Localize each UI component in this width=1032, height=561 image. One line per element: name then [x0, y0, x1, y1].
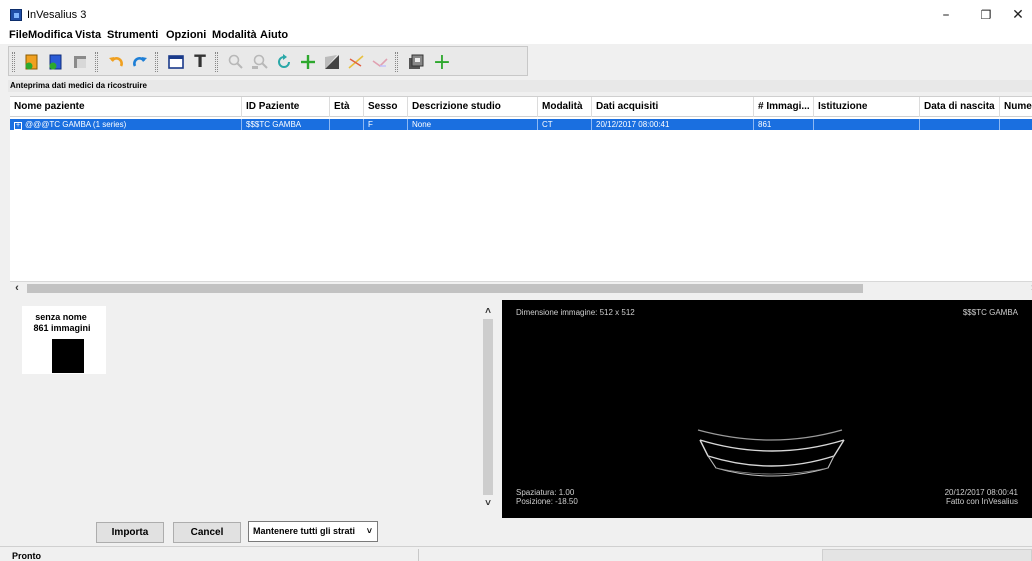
column-header-modality[interactable]: Modalità — [538, 97, 592, 117]
import-dicom-icon[interactable] — [21, 51, 43, 73]
toolbar-separator — [95, 52, 98, 72]
scroll-left-icon[interactable]: ‹ — [10, 282, 24, 295]
table-header: Nome paziente ID Paziente Età Sesso Desc… — [10, 97, 1032, 117]
column-header-acquired-date[interactable]: Dati acquisiti — [592, 97, 754, 117]
layers-select-value: Mantenere tutti gli strati — [253, 526, 356, 536]
menu-strumenti[interactable]: Strumenti — [107, 29, 158, 41]
column-header-image-count[interactable]: # Immagi... — [754, 97, 814, 117]
toolbar-separator — [155, 52, 158, 72]
window-title: InVesalius 3 — [27, 9, 87, 21]
cell-birth-date — [920, 119, 1000, 130]
ct-slice-image — [697, 429, 845, 477]
menu-aiuto[interactable]: Aiuto — [260, 29, 288, 41]
import-button[interactable]: Importa — [96, 522, 164, 543]
column-header-sex[interactable]: Sesso — [364, 97, 408, 117]
scroll-down-icon[interactable]: ˅ — [481, 497, 495, 510]
redo-icon[interactable] — [129, 51, 151, 73]
menu-opzioni[interactable]: Opzioni — [166, 29, 206, 41]
series-preview-image — [52, 339, 84, 373]
rotate-icon[interactable] — [273, 51, 295, 73]
menu-bar: File Modifica Vista Strumenti Opzioni Mo… — [0, 28, 1032, 44]
series-name: senza nome — [35, 312, 87, 322]
column-header-age[interactable]: Età — [330, 97, 364, 117]
status-bar: Pronto — [0, 546, 1032, 561]
scroll-right-icon[interactable]: › — [1026, 282, 1032, 295]
position-label: Posizione: -18.50 — [516, 497, 578, 506]
cell-patient-name-text: @@@TC GAMBA (1 series) — [25, 120, 127, 129]
column-header-institution[interactable]: Istituzione — [814, 97, 920, 117]
screenshot-icon[interactable] — [405, 51, 427, 73]
layers-select[interactable]: Mantenere tutti gli strati ˅ — [248, 521, 378, 542]
column-header-birth-date[interactable]: Data di nascita — [920, 97, 1000, 117]
close-button[interactable]: ✕ — [1000, 4, 1032, 26]
cancel-button[interactable]: Cancel — [173, 522, 241, 543]
horizontal-scrollbar[interactable]: ‹ › — [10, 281, 1032, 294]
main-toolbar: T + — [8, 46, 528, 76]
open-project-icon[interactable] — [45, 51, 67, 73]
vertical-scrollbar[interactable]: ˄ ˅ — [481, 303, 495, 513]
cell-sex: F — [364, 119, 408, 130]
cell-age — [330, 119, 364, 130]
column-header-study-description[interactable]: Descrizione studio — [408, 97, 538, 117]
cell-image-count: 861 — [754, 119, 814, 130]
close-project-icon[interactable] — [69, 51, 91, 73]
maximize-button[interactable]: ❐ — [968, 4, 1004, 26]
cell-modality: CT — [538, 119, 592, 130]
cell-acquired-date: 20/12/2017 08:00:41 — [592, 119, 754, 130]
angle-icon[interactable] — [369, 51, 391, 73]
app-logo-icon — [10, 9, 22, 21]
column-header-number[interactable]: Nume — [1000, 97, 1032, 117]
toolbar-separator — [215, 52, 218, 72]
contrast-icon[interactable] — [321, 51, 343, 73]
text-icon[interactable]: T — [189, 51, 211, 73]
undo-icon[interactable] — [105, 51, 127, 73]
scroll-up-icon[interactable]: ˄ — [481, 305, 495, 318]
toolbar-grip[interactable] — [12, 52, 15, 72]
add-icon[interactable]: + — [431, 50, 453, 75]
cell-institution — [814, 119, 920, 130]
measure-icon[interactable] — [345, 51, 367, 73]
chevron-down-icon: ˅ — [366, 526, 372, 536]
cell-patient-id: $$$TC GAMBA — [242, 119, 330, 130]
zoom-region-icon[interactable] — [249, 51, 271, 73]
toolbar-separator — [395, 52, 398, 72]
series-image-count: 861 immagini — [33, 323, 91, 333]
status-divider — [418, 549, 419, 561]
series-thumbnail[interactable]: senza nome 861 immagini — [22, 306, 106, 374]
menu-modalita[interactable]: Modalità — [212, 29, 257, 41]
move-icon[interactable] — [297, 51, 319, 73]
cell-patient-name: + @@@TC GAMBA (1 series) — [10, 119, 242, 130]
horizontal-scroll-thumb[interactable] — [27, 284, 863, 293]
spacing-label: Spaziatura: 1.00 — [516, 488, 575, 497]
expand-icon[interactable]: + — [14, 122, 22, 130]
menu-file[interactable]: File — [9, 29, 28, 41]
minimize-button[interactable]: – — [928, 4, 964, 26]
made-with-label: Fatto con InVesalius — [945, 497, 1018, 506]
menu-vista[interactable]: Vista — [75, 29, 101, 41]
zoom-icon[interactable] — [225, 51, 247, 73]
column-header-patient-id[interactable]: ID Paziente — [242, 97, 330, 117]
status-text: Pronto — [12, 551, 41, 561]
series-thumbnail-panel: senza nome 861 immagini — [10, 300, 498, 514]
column-header-patient-name[interactable]: Nome paziente — [10, 97, 242, 117]
cell-study-description: None — [408, 119, 538, 130]
slice-preview-viewer[interactable]: Dimensione immagine: 512 x 512 $$$TC GAM… — [502, 300, 1032, 518]
cell-number — [1000, 119, 1032, 130]
window-layout-icon[interactable] — [165, 51, 187, 73]
section-header: Anteprima dati medici da ricostruire — [8, 80, 1032, 92]
table-row[interactable]: + @@@TC GAMBA (1 series) $$$TC GAMBA F No… — [10, 119, 1032, 130]
acquisition-date-overlay: 20/12/2017 08:00:41 — [944, 488, 1018, 497]
status-progress-panel — [822, 549, 1032, 561]
menu-modifica[interactable]: Modifica — [28, 29, 73, 41]
vertical-scroll-thumb[interactable] — [483, 319, 493, 495]
title-bar: InVesalius 3 – ❐ ✕ — [0, 0, 1032, 28]
patient-table: Nome paziente ID Paziente Età Sesso Desc… — [10, 96, 1032, 294]
